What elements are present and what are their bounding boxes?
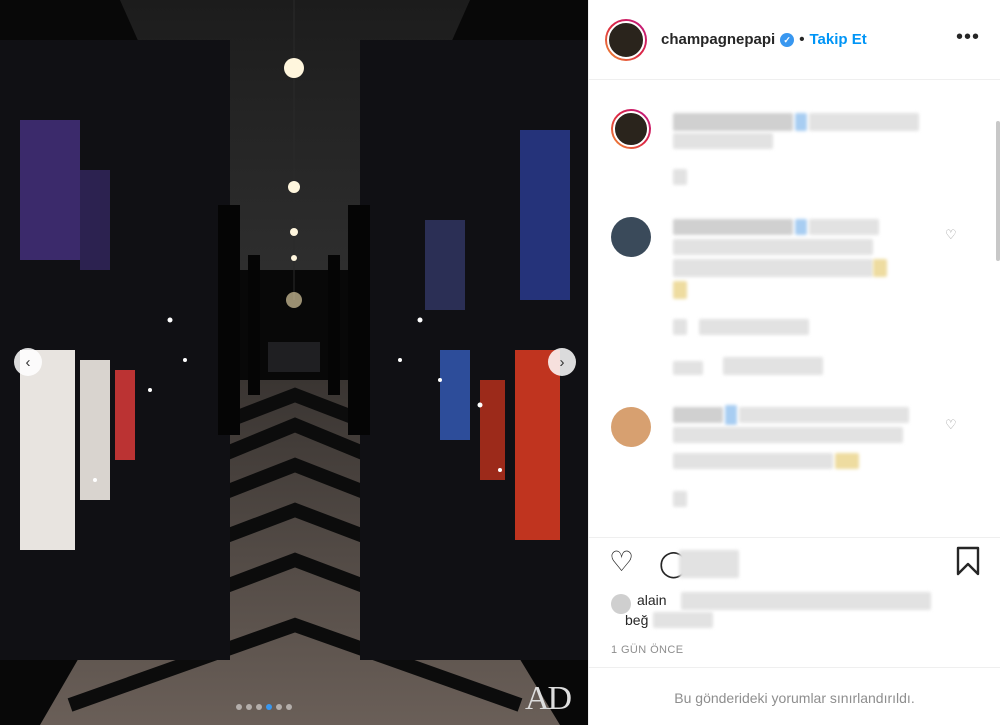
post-actions: ♡ ◯ alain beğ 1 GÜN ÖNCE Bu gönderideki … xyxy=(589,537,1000,726)
redacted-text xyxy=(673,491,687,507)
liker-avatar[interactable] xyxy=(611,594,631,614)
comments-list[interactable]: ♡ ♡ xyxy=(589,81,1000,536)
carousel-next-button[interactable]: › xyxy=(548,348,576,376)
redacted-text xyxy=(795,219,807,235)
redacted-text xyxy=(725,405,737,425)
verified-badge-icon: ✓ xyxy=(780,33,795,48)
redacted-text xyxy=(673,133,773,149)
more-horizontal-icon[interactable]: ••• xyxy=(956,26,980,49)
comment-like-heart-icon[interactable]: ♡ xyxy=(945,417,957,433)
likes-suffix[interactable]: beğ xyxy=(625,612,648,628)
redacted-text xyxy=(673,361,703,375)
redacted-text xyxy=(653,612,713,628)
scrollbar[interactable] xyxy=(996,121,1000,261)
redacted-text xyxy=(699,319,809,335)
comments-restricted-notice: Bu gönderideki yorumlar sınırlandırıldı. xyxy=(589,667,1000,727)
redacted-text xyxy=(673,319,687,335)
post-timestamp[interactable]: 1 GÜN ÖNCE xyxy=(611,644,683,656)
redacted-text xyxy=(673,281,687,299)
redacted-text xyxy=(673,219,793,235)
redacted-text xyxy=(809,113,919,131)
redacted-text xyxy=(739,407,909,423)
post-media[interactable]: ‹ › AD xyxy=(0,0,588,725)
post-header: champagnepapi ✓ • Takip Et ••• xyxy=(589,0,1000,80)
watermark-logo: AD xyxy=(525,680,572,717)
carousel-dot xyxy=(236,704,242,710)
heart-icon[interactable]: ♡ xyxy=(609,548,634,576)
commenter-avatar[interactable] xyxy=(611,217,651,257)
redacted-text xyxy=(835,453,859,469)
redacted-text xyxy=(673,113,793,131)
redacted-text xyxy=(673,239,873,255)
redacted-text xyxy=(673,259,873,277)
chevron-right-icon: › xyxy=(559,353,565,371)
redacted-text xyxy=(673,407,723,423)
commenter-avatar[interactable] xyxy=(611,407,651,447)
carousel-dot xyxy=(246,704,252,710)
author-avatar[interactable] xyxy=(605,18,647,61)
carousel-dot xyxy=(286,704,292,710)
carousel-indicator xyxy=(236,704,292,710)
carousel-prev-button[interactable]: ‹ xyxy=(14,348,42,376)
redacted-text xyxy=(673,169,687,185)
bookmark-icon[interactable] xyxy=(955,546,981,581)
redacted-text xyxy=(723,357,823,375)
redacted-text xyxy=(873,259,887,277)
redacted-text xyxy=(673,427,903,443)
redacted-text xyxy=(673,453,833,469)
redacted-text xyxy=(809,219,879,235)
separator-bullet: • xyxy=(799,31,805,48)
post-side-panel: champagnepapi ✓ • Takip Et ••• ♡ ♡ ♡ ◯ a… xyxy=(588,0,1000,725)
chevron-left-icon: ‹ xyxy=(25,353,31,371)
likes-prefix[interactable]: alain xyxy=(637,592,667,608)
comment-like-heart-icon[interactable]: ♡ xyxy=(945,227,957,243)
redacted-text xyxy=(679,550,739,578)
hallway-photo xyxy=(0,0,588,725)
carousel-dot xyxy=(256,704,262,710)
carousel-dot-active xyxy=(266,704,272,710)
redacted-text xyxy=(681,592,931,610)
redacted-text xyxy=(795,113,807,131)
author-username[interactable]: champagnepapi xyxy=(661,31,775,48)
carousel-dot xyxy=(276,704,282,710)
caption-avatar[interactable] xyxy=(611,109,651,149)
follow-button[interactable]: Takip Et xyxy=(809,31,866,48)
